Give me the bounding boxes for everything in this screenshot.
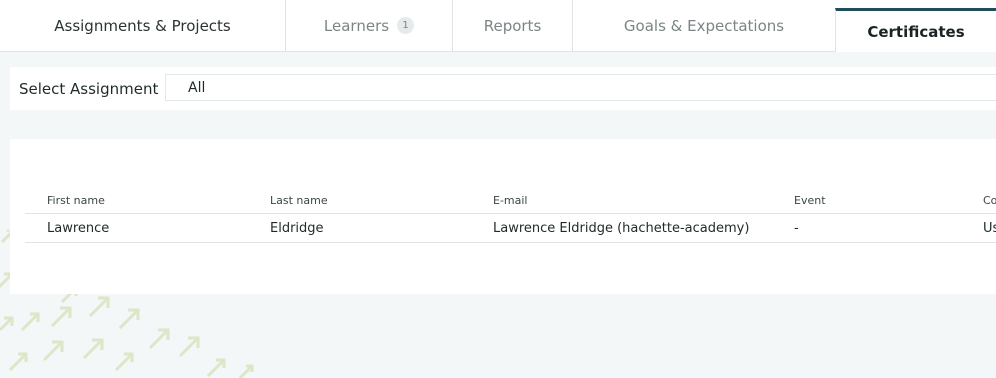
learners-count-badge: 1	[397, 17, 415, 34]
column-header-first-name[interactable]: First name	[47, 187, 105, 213]
assignment-select-value: All	[188, 79, 206, 96]
assignment-filter: Select Assignment All	[10, 67, 996, 110]
tab-label: Learners	[323, 16, 390, 35]
column-header-event[interactable]: Event	[794, 187, 826, 213]
tab-goals-expectations[interactable]: Goals & Expectations	[573, 0, 835, 51]
column-header-truncated[interactable]: Co	[983, 187, 996, 213]
tab-assignments-projects[interactable]: Assignments & Projects	[0, 0, 286, 51]
column-header-email[interactable]: E-mail	[493, 187, 528, 213]
cell-first-name: Lawrence	[47, 220, 110, 236]
cell-email: Lawrence Eldridge (hachette-academy)	[493, 220, 750, 236]
tab-label: Certificates	[867, 22, 965, 41]
select-assignment-label: Select Assignment	[19, 79, 159, 98]
certificates-table: First name Last name E-mail Event Co Law…	[25, 187, 996, 243]
assignment-select[interactable]: All	[165, 74, 996, 101]
cell-truncated: Us	[983, 220, 996, 236]
table-header-row: First name Last name E-mail Event Co	[25, 187, 996, 214]
tab-learners[interactable]: Learners 1	[286, 0, 453, 51]
column-header-last-name[interactable]: Last name	[270, 187, 328, 213]
cell-event: -	[794, 220, 799, 236]
tab-label: Goals & Expectations	[623, 16, 785, 35]
tab-reports[interactable]: Reports	[453, 0, 573, 51]
tab-certificates[interactable]: Certificates	[835, 8, 996, 52]
tab-label: Reports	[483, 16, 542, 35]
certificates-panel: First name Last name E-mail Event Co Law…	[10, 139, 996, 294]
cell-last-name: Eldridge	[270, 220, 324, 236]
tab-bar: Assignments & Projects Learners 1 Report…	[0, 0, 996, 52]
tab-label: Assignments & Projects	[54, 16, 231, 35]
table-row[interactable]: Lawrence Eldridge Lawrence Eldridge (hac…	[25, 214, 996, 243]
